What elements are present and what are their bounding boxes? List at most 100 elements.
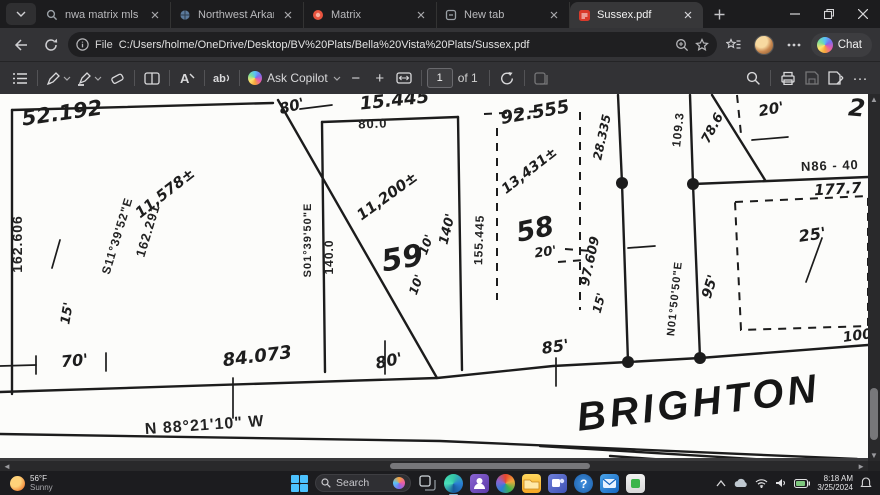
zoom-indicator-icon[interactable]	[675, 38, 689, 52]
map-label: 20'	[534, 244, 558, 262]
ask-copilot-button[interactable]: Ask Copilot	[245, 65, 344, 91]
url-bar[interactable]: File C:/Users/holme/OneDrive/Desktop/BV%…	[68, 32, 717, 57]
taskbar-app-teams[interactable]	[548, 474, 567, 493]
clock[interactable]: 8:18 AM 3/25/2024	[817, 474, 853, 492]
printer-icon	[780, 71, 796, 85]
scroll-up-button[interactable]: ▲	[870, 95, 878, 105]
search-icon	[45, 8, 59, 22]
more-options-button[interactable]: ···	[848, 65, 872, 91]
v-scrollbar-thumb[interactable]	[870, 388, 878, 440]
pdf-page: 52.192 80' 15.445 80.0 92.555 20' 2 78.6…	[0, 94, 868, 458]
window-controls	[778, 0, 880, 28]
new-tab-button[interactable]	[706, 3, 732, 25]
taskbar-app-edge[interactable]	[444, 474, 463, 493]
map-label: N86 - 40	[801, 157, 859, 174]
taskbar-app-outlook[interactable]	[600, 474, 619, 493]
taskbar-app-microsoft365[interactable]	[496, 474, 515, 493]
tab-matrix[interactable]: Matrix	[304, 2, 437, 28]
pdf-viewer: 52.192 80' 15.445 80.0 92.555 20' 2 78.6…	[0, 94, 880, 471]
tab-close-button[interactable]	[280, 7, 296, 23]
map-label: N01°50'50"E	[665, 261, 685, 337]
taskbar: 56°F Sunny Search ?	[0, 471, 880, 495]
chat-button[interactable]: Chat	[811, 33, 872, 57]
task-view-button[interactable]	[418, 474, 437, 493]
tab-search-button[interactable]	[6, 3, 36, 25]
settings-more-button[interactable]	[781, 32, 807, 58]
tab-close-button[interactable]	[546, 7, 562, 23]
refresh-button[interactable]	[38, 32, 64, 58]
pdf-toolbar: A ab Ask Copilot − + of 1 ···	[0, 61, 880, 94]
tab-close-button[interactable]	[680, 7, 696, 23]
battery-icon[interactable]	[794, 479, 810, 488]
vertical-scrollbar[interactable]: ▲ ▼	[868, 94, 880, 462]
highlight-button[interactable]	[74, 65, 105, 91]
fit-width-button[interactable]	[392, 65, 416, 91]
draw-button[interactable]	[43, 65, 74, 91]
volume-icon[interactable]	[775, 478, 787, 488]
onedrive-icon[interactable]	[733, 478, 748, 489]
weather-icon	[10, 476, 25, 491]
close-button[interactable]	[846, 0, 880, 28]
page-number-input[interactable]	[427, 68, 453, 88]
erase-button[interactable]	[105, 65, 129, 91]
map-label: 95'	[699, 273, 722, 301]
notification-bell-icon[interactable]	[860, 477, 872, 489]
table-of-contents-button[interactable]	[8, 65, 32, 91]
fit-width-icon	[396, 72, 412, 84]
zoom-out-button[interactable]: −	[344, 65, 368, 91]
svg-text:?: ?	[580, 477, 587, 491]
find-button[interactable]	[741, 65, 765, 91]
profile-avatar[interactable]	[751, 32, 777, 58]
start-button[interactable]	[290, 474, 308, 492]
minimize-button[interactable]	[778, 0, 812, 28]
tab-northwest-arkansas[interactable]: Northwest Arkansas B	[171, 2, 304, 28]
taskbar-search[interactable]: Search	[315, 474, 411, 492]
tab-strip: nwa matrix mls - Sear Northwest Arkansas…	[0, 0, 880, 28]
print-button[interactable]	[776, 65, 800, 91]
taskbar-app-get-help[interactable]: ?	[574, 474, 593, 493]
favorites-bar-button[interactable]	[721, 32, 747, 58]
back-button[interactable]	[8, 32, 34, 58]
tab-new-tab[interactable]: New tab	[437, 2, 570, 28]
wifi-icon[interactable]	[755, 478, 768, 488]
chevron-down-icon	[333, 76, 341, 81]
copilot-icon	[817, 37, 833, 53]
map-label: 92.555	[499, 96, 571, 129]
two-page-view-button[interactable]	[140, 65, 164, 91]
add-favorite-button[interactable]	[695, 38, 709, 52]
restore-button[interactable]	[812, 0, 846, 28]
map-label: 84.073	[222, 342, 294, 371]
taskbar-app-people[interactable]	[470, 474, 489, 493]
rotate-button[interactable]	[495, 65, 519, 91]
add-text-icon: A	[179, 71, 195, 85]
globe-icon	[178, 8, 192, 22]
map-label: 78.6	[699, 111, 727, 146]
file-badge: File	[95, 39, 113, 51]
tab-close-button[interactable]	[413, 7, 429, 23]
taskbar-app-snipping-tool[interactable]	[626, 474, 645, 493]
save-icon	[805, 71, 819, 85]
weather-widget[interactable]: 56°F Sunny	[0, 474, 53, 492]
road-bearing-label: N 88°21'10" W	[144, 413, 265, 438]
add-text-button[interactable]: A	[175, 65, 199, 91]
save-as-button[interactable]	[824, 65, 848, 91]
map-label: 80'	[277, 94, 306, 118]
tab-close-button[interactable]	[147, 7, 163, 23]
tray-chevron-icon[interactable]	[716, 480, 726, 487]
scroll-down-button[interactable]: ▼	[870, 451, 878, 461]
search-icon	[321, 478, 331, 488]
h-scrollbar-thumb[interactable]	[390, 463, 590, 469]
horizontal-scrollbar[interactable]: ◄ ►	[0, 461, 868, 471]
survey-monuments	[616, 177, 706, 368]
map-label: 97.609	[578, 235, 603, 287]
save-button[interactable]	[800, 65, 824, 91]
tab-nwa-matrix[interactable]: nwa matrix mls - Sear	[38, 2, 171, 28]
read-aloud-button[interactable]: ab	[210, 65, 234, 91]
taskbar-app-file-explorer[interactable]	[522, 474, 541, 493]
map-label: 162.606	[9, 215, 25, 273]
map-label: 80'	[374, 349, 405, 373]
taskbar-center: Search ?	[290, 471, 645, 495]
tab-sussex-pdf[interactable]: Sussex.pdf	[570, 2, 703, 28]
page-view-button[interactable]	[530, 65, 554, 91]
zoom-in-button[interactable]: +	[368, 65, 392, 91]
